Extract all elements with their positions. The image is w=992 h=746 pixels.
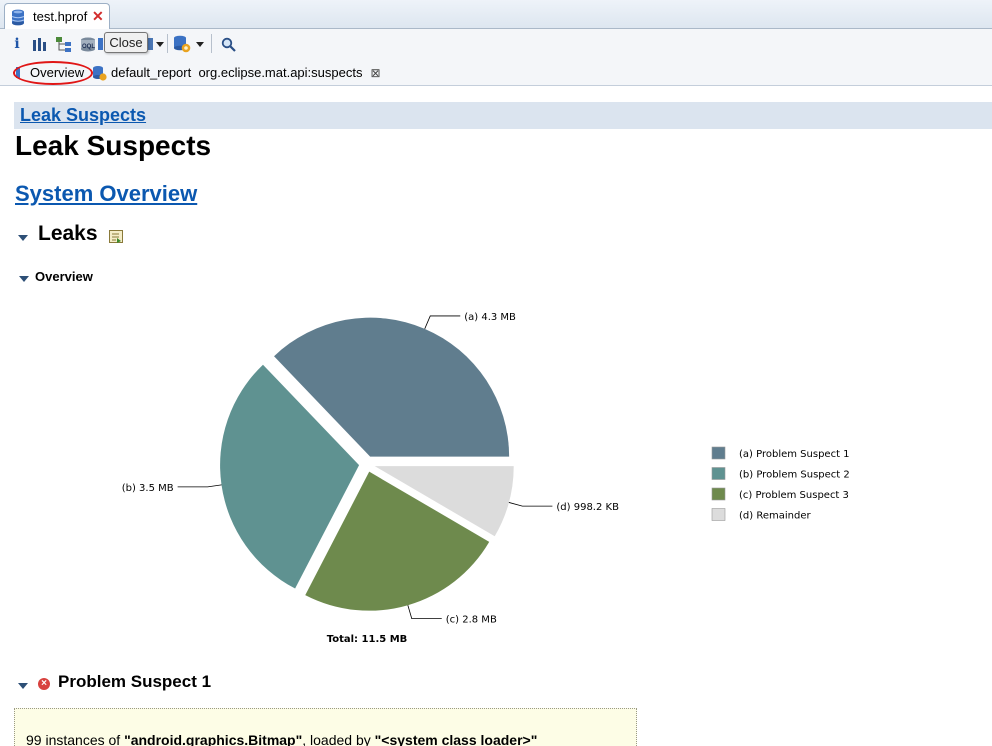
pie-slice-label: (c) 2.8 MB <box>446 615 497 626</box>
legend-swatch <box>711 446 726 460</box>
problem-suspect-heading: Problem Suspect 1 <box>58 672 212 691</box>
pie-slice-label: (d) 998.2 KB <box>556 502 619 513</box>
pie-slice-label: (a) 4.3 MB <box>464 312 516 323</box>
legend-entry: (c) Problem Suspect 3 <box>739 490 849 501</box>
problem-suspect-text: 99 instances of "android.graphics.Bitmap… <box>26 732 537 746</box>
class-name: "android.graphics.Bitmap" <box>124 732 303 746</box>
pie-leader-line <box>177 484 222 488</box>
instance-count: 99 instances of <box>26 732 125 746</box>
legend-entry: (d) Remainder <box>739 511 811 522</box>
class-loader: "<system class loader>" <box>374 732 538 746</box>
error-icon: × <box>38 678 50 690</box>
leak-suspects-pie-chart: (a) 4.3 MB (b) 3.5 MB (c) 2.8 MB (d) 998.2 … <box>122 312 850 645</box>
pie-slice-label: (b) 3.5 MB <box>122 483 174 494</box>
pie-leader-line <box>508 502 553 507</box>
legend-entry: (a) Problem Suspect 1 <box>739 449 850 460</box>
legend-swatch <box>711 487 726 501</box>
legend-swatch <box>711 508 726 521</box>
pie-leader-line <box>424 315 461 329</box>
legend-swatch <box>711 467 726 480</box>
pie-total-label: Total: 11.5 MB <box>327 634 408 645</box>
collapse-suspect-icon[interactable] <box>18 683 28 689</box>
legend-entry: (b) Problem Suspect 2 <box>739 470 850 481</box>
loaded-by-text: , loaded by <box>302 732 375 746</box>
pie-leader-line <box>407 605 442 620</box>
